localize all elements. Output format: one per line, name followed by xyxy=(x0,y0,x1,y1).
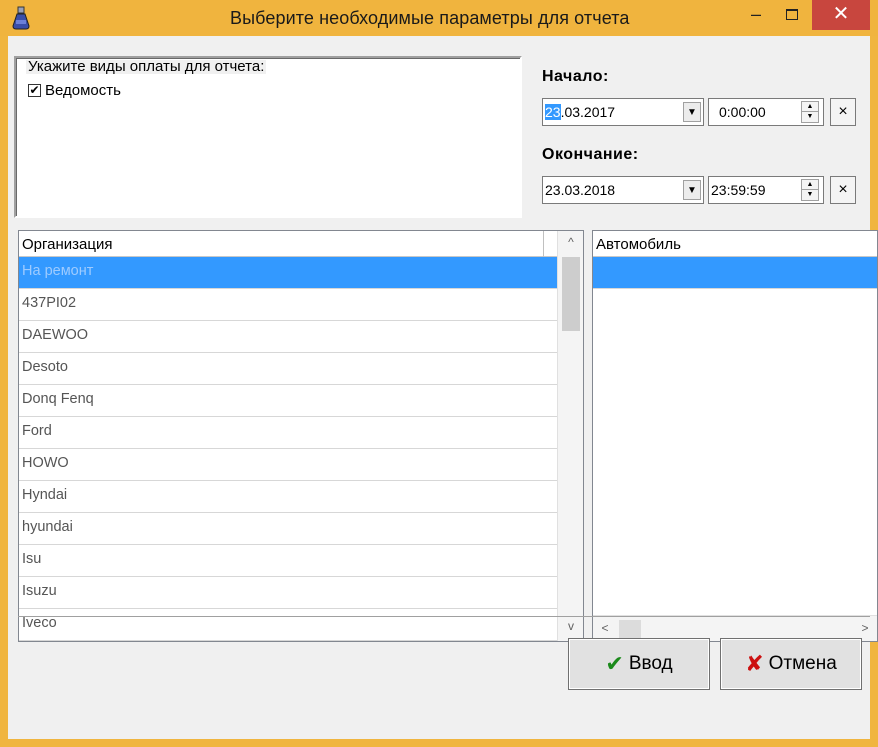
scroll-up-icon[interactable]: ^ xyxy=(559,235,583,249)
end-time-spinner[interactable]: ▲ ▼ xyxy=(801,179,819,201)
cancel-button-label: Отмена xyxy=(768,653,837,674)
organization-row[interactable]: Donq Fenq xyxy=(19,385,557,417)
organization-column-header[interactable]: Организация xyxy=(19,231,557,257)
spin-up-icon[interactable]: ▲ xyxy=(802,180,818,190)
organization-row[interactable]: HOWO xyxy=(19,449,557,481)
organization-row[interactable]: Isu xyxy=(19,545,557,577)
checkbox-icon[interactable]: ✔ xyxy=(28,84,41,97)
close-button[interactable]: ✕ xyxy=(812,0,870,30)
end-time-value: 23:59:59 xyxy=(711,182,766,198)
cars-grid[interactable]: Автомобиль < > xyxy=(592,230,878,642)
column-separator[interactable] xyxy=(543,231,544,257)
end-date-value: 23.03.2018 xyxy=(545,182,616,198)
maximize-icon xyxy=(786,9,798,20)
payment-item-vedomost[interactable]: ✔ Ведомость xyxy=(28,82,121,99)
organization-row[interactable]: Hyndai xyxy=(19,481,557,513)
maximize-button[interactable] xyxy=(774,2,810,30)
payment-types-list[interactable] xyxy=(14,56,522,218)
organizations-grid[interactable]: Организация На ремонт 437PI02 DAEWOO Desoto… xyxy=(18,230,584,642)
organization-row[interactable]: DAEWOO xyxy=(19,321,557,353)
car-header-label: Автомобиль xyxy=(596,236,681,253)
scroll-thumb[interactable] xyxy=(562,257,580,331)
organization-row[interactable]: Desoto xyxy=(19,353,557,385)
car-column-header[interactable]: Автомобиль xyxy=(593,231,877,257)
cancel-x-icon: ✘ xyxy=(745,651,764,676)
payment-item-label: Ведомость xyxy=(45,82,121,99)
scroll-down-icon[interactable]: v xyxy=(559,619,583,633)
cancel-button[interactable]: ✘ Отмена xyxy=(720,638,862,690)
end-date-picker[interactable]: 23.03.2018 ▼ xyxy=(542,176,704,204)
organization-row[interactable]: Ford xyxy=(19,417,557,449)
divider xyxy=(18,616,870,617)
ok-button[interactable]: ✔ Ввод xyxy=(568,638,710,690)
organization-row[interactable]: 437PI02 xyxy=(19,289,557,321)
start-time-spinner[interactable]: ▲ ▼ xyxy=(801,101,819,123)
end-time-input[interactable]: 23:59:59 ▲ ▼ xyxy=(708,176,824,204)
scroll-left-icon[interactable]: < xyxy=(593,621,617,635)
end-clear-button[interactable]: × xyxy=(830,176,856,204)
chevron-down-icon[interactable]: ▼ xyxy=(683,102,701,122)
spin-down-icon[interactable]: ▼ xyxy=(802,112,818,122)
start-date-value: 23.03.2017 xyxy=(545,104,616,120)
chevron-down-icon[interactable]: ▼ xyxy=(683,180,701,200)
hscroll-thumb[interactable] xyxy=(619,620,641,638)
organization-row[interactable]: Isuzu xyxy=(19,577,557,609)
scroll-right-icon[interactable]: > xyxy=(853,621,877,635)
dialog-body: Укажите виды оплаты для отчета: ✔ Ведомо… xyxy=(8,36,878,739)
car-row-selected[interactable] xyxy=(593,257,877,289)
title-bar: Выберите необходимые параметры для отчет… xyxy=(0,0,878,36)
end-label: Окончание: xyxy=(542,146,639,163)
start-time-input[interactable]: 0:00:00 ▲ ▼ xyxy=(708,98,824,126)
report-params-dialog: Выберите необходимые параметры для отчет… xyxy=(0,0,878,747)
minimize-button[interactable]: – xyxy=(738,2,774,30)
window-title: Выберите необходимые параметры для отчет… xyxy=(230,8,630,28)
organization-header-label: Организация xyxy=(22,236,113,253)
start-label: Начало: xyxy=(542,68,609,85)
organization-row[interactable]: hyundai xyxy=(19,513,557,545)
spin-up-icon[interactable]: ▲ xyxy=(802,102,818,112)
payment-types-label: Укажите виды оплаты для отчета: xyxy=(26,58,267,75)
start-time-value: 0:00:00 xyxy=(719,104,766,120)
organizations-vscroll[interactable]: ^ v xyxy=(557,231,583,641)
start-date-picker[interactable]: 23.03.2017 ▼ xyxy=(542,98,704,126)
organization-row[interactable]: Iveco xyxy=(19,609,557,641)
spin-down-icon[interactable]: ▼ xyxy=(802,190,818,200)
start-clear-button[interactable]: × xyxy=(830,98,856,126)
organization-row[interactable]: На ремонт xyxy=(19,257,557,289)
checkmark-icon: ✔ xyxy=(605,651,624,676)
app-flask-icon xyxy=(12,6,30,30)
ok-button-label: Ввод xyxy=(628,653,673,674)
